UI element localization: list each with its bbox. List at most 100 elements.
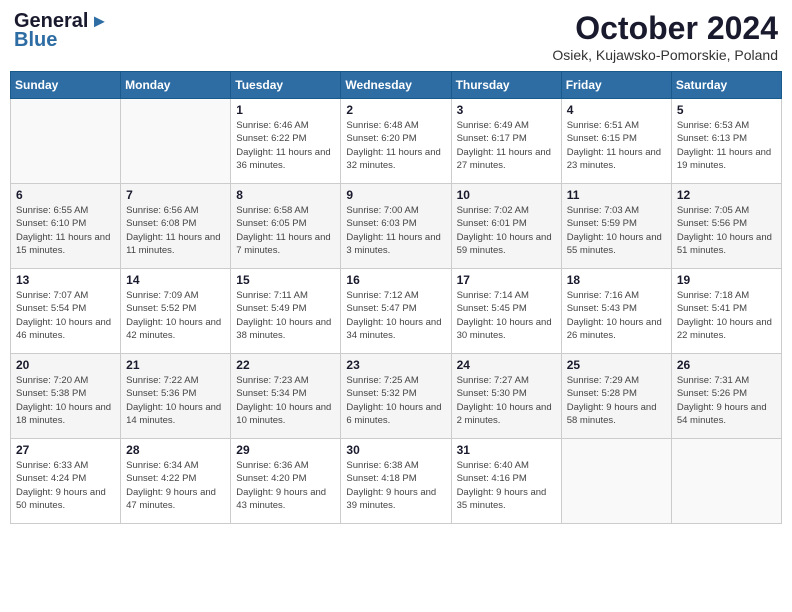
calendar-week-row: 6 Sunrise: 6:55 AM Sunset: 6:10 PM Daylig…	[11, 184, 782, 269]
page-header: General ► Blue October 2024 Osiek, Kujaw…	[10, 10, 782, 63]
weekday-header-saturday: Saturday	[671, 72, 781, 99]
day-info: Sunrise: 7:02 AM Sunset: 6:01 PM Dayligh…	[457, 204, 556, 257]
day-info: Sunrise: 6:33 AM Sunset: 4:24 PM Dayligh…	[16, 459, 115, 512]
weekday-header-thursday: Thursday	[451, 72, 561, 99]
calendar-cell: 20 Sunrise: 7:20 AM Sunset: 5:38 PM Dayli…	[11, 354, 121, 439]
day-number: 20	[16, 358, 115, 372]
day-number: 11	[567, 188, 666, 202]
day-number: 17	[457, 273, 556, 287]
calendar-cell: 11 Sunrise: 7:03 AM Sunset: 5:59 PM Dayli…	[561, 184, 671, 269]
weekday-header-friday: Friday	[561, 72, 671, 99]
day-number: 18	[567, 273, 666, 287]
day-info: Sunrise: 6:34 AM Sunset: 4:22 PM Dayligh…	[126, 459, 225, 512]
title-section: October 2024 Osiek, Kujawsko-Pomorskie, …	[552, 10, 778, 63]
day-info: Sunrise: 7:23 AM Sunset: 5:34 PM Dayligh…	[236, 374, 335, 427]
calendar-cell: 30 Sunrise: 6:38 AM Sunset: 4:18 PM Dayli…	[341, 439, 451, 524]
day-info: Sunrise: 7:20 AM Sunset: 5:38 PM Dayligh…	[16, 374, 115, 427]
logo-arrow-icon: ►	[90, 11, 108, 32]
day-number: 27	[16, 443, 115, 457]
calendar-header-row: SundayMondayTuesdayWednesdayThursdayFrid…	[11, 72, 782, 99]
day-info: Sunrise: 7:12 AM Sunset: 5:47 PM Dayligh…	[346, 289, 445, 342]
day-info: Sunrise: 6:53 AM Sunset: 6:13 PM Dayligh…	[677, 119, 776, 172]
calendar-cell: 12 Sunrise: 7:05 AM Sunset: 5:56 PM Dayli…	[671, 184, 781, 269]
day-number: 9	[346, 188, 445, 202]
day-info: Sunrise: 7:29 AM Sunset: 5:28 PM Dayligh…	[567, 374, 666, 427]
day-info: Sunrise: 7:14 AM Sunset: 5:45 PM Dayligh…	[457, 289, 556, 342]
day-number: 23	[346, 358, 445, 372]
calendar-week-row: 13Sunrise: 7:07 AM Sunset: 5:54 PM Dayli…	[11, 269, 782, 354]
calendar-cell: 10 Sunrise: 7:02 AM Sunset: 6:01 PM Dayli…	[451, 184, 561, 269]
day-number: 31	[457, 443, 556, 457]
day-number: 19	[677, 273, 776, 287]
day-number: 30	[346, 443, 445, 457]
calendar-cell: 6 Sunrise: 6:55 AM Sunset: 6:10 PM Daylig…	[11, 184, 121, 269]
day-info: Sunrise: 6:36 AM Sunset: 4:20 PM Dayligh…	[236, 459, 335, 512]
day-number: 21	[126, 358, 225, 372]
day-number: 29	[236, 443, 335, 457]
calendar-cell: 23Sunrise: 7:25 AM Sunset: 5:32 PM Dayli…	[341, 354, 451, 439]
calendar-cell: 29 Sunrise: 6:36 AM Sunset: 4:20 PM Dayli…	[231, 439, 341, 524]
logo: General ► Blue	[14, 10, 108, 52]
day-number: 8	[236, 188, 335, 202]
day-number: 25	[567, 358, 666, 372]
calendar-cell: 17 Sunrise: 7:14 AM Sunset: 5:45 PM Dayli…	[451, 269, 561, 354]
calendar-week-row: 27 Sunrise: 6:33 AM Sunset: 4:24 PM Dayli…	[11, 439, 782, 524]
day-info: Sunrise: 7:22 AM Sunset: 5:36 PM Dayligh…	[126, 374, 225, 427]
calendar-week-row: 20 Sunrise: 7:20 AM Sunset: 5:38 PM Dayli…	[11, 354, 782, 439]
weekday-header-sunday: Sunday	[11, 72, 121, 99]
weekday-header-wednesday: Wednesday	[341, 72, 451, 99]
day-number: 1	[236, 103, 335, 117]
day-number: 12	[677, 188, 776, 202]
calendar-cell	[121, 99, 231, 184]
day-info: Sunrise: 6:49 AM Sunset: 6:17 PM Dayligh…	[457, 119, 556, 172]
day-info: Sunrise: 7:03 AM Sunset: 5:59 PM Dayligh…	[567, 204, 666, 257]
day-info: Sunrise: 7:05 AM Sunset: 5:56 PM Dayligh…	[677, 204, 776, 257]
day-info: Sunrise: 7:27 AM Sunset: 5:30 PM Dayligh…	[457, 374, 556, 427]
logo-text-blue: Blue	[14, 29, 57, 52]
day-info: Sunrise: 7:16 AM Sunset: 5:43 PM Dayligh…	[567, 289, 666, 342]
day-number: 24	[457, 358, 556, 372]
day-number: 5	[677, 103, 776, 117]
calendar-cell: 13Sunrise: 7:07 AM Sunset: 5:54 PM Dayli…	[11, 269, 121, 354]
calendar-cell: 19Sunrise: 7:18 AM Sunset: 5:41 PM Dayli…	[671, 269, 781, 354]
day-info: Sunrise: 7:31 AM Sunset: 5:26 PM Dayligh…	[677, 374, 776, 427]
day-number: 28	[126, 443, 225, 457]
location: Osiek, Kujawsko-Pomorskie, Poland	[552, 47, 778, 63]
weekday-header-monday: Monday	[121, 72, 231, 99]
calendar-cell: 15Sunrise: 7:11 AM Sunset: 5:49 PM Dayli…	[231, 269, 341, 354]
day-number: 2	[346, 103, 445, 117]
day-number: 7	[126, 188, 225, 202]
calendar-cell: 28 Sunrise: 6:34 AM Sunset: 4:22 PM Dayli…	[121, 439, 231, 524]
day-info: Sunrise: 6:48 AM Sunset: 6:20 PM Dayligh…	[346, 119, 445, 172]
day-info: Sunrise: 6:40 AM Sunset: 4:16 PM Dayligh…	[457, 459, 556, 512]
day-number: 6	[16, 188, 115, 202]
calendar-cell: 16Sunrise: 7:12 AM Sunset: 5:47 PM Dayli…	[341, 269, 451, 354]
calendar-cell: 31 Sunrise: 6:40 AM Sunset: 4:16 PM Dayli…	[451, 439, 561, 524]
calendar-cell: 5 Sunrise: 6:53 AM Sunset: 6:13 PM Daylig…	[671, 99, 781, 184]
calendar-cell: 1 Sunrise: 6:46 AM Sunset: 6:22 PM Daylig…	[231, 99, 341, 184]
calendar-table: SundayMondayTuesdayWednesdayThursdayFrid…	[10, 71, 782, 524]
calendar-cell: 22Sunrise: 7:23 AM Sunset: 5:34 PM Dayli…	[231, 354, 341, 439]
calendar-cell	[671, 439, 781, 524]
calendar-cell: 3Sunrise: 6:49 AM Sunset: 6:17 PM Daylig…	[451, 99, 561, 184]
calendar-cell: 2 Sunrise: 6:48 AM Sunset: 6:20 PM Daylig…	[341, 99, 451, 184]
day-number: 10	[457, 188, 556, 202]
calendar-cell: 7 Sunrise: 6:56 AM Sunset: 6:08 PM Daylig…	[121, 184, 231, 269]
day-number: 14	[126, 273, 225, 287]
calendar-cell: 21 Sunrise: 7:22 AM Sunset: 5:36 PM Dayli…	[121, 354, 231, 439]
day-number: 26	[677, 358, 776, 372]
day-info: Sunrise: 6:38 AM Sunset: 4:18 PM Dayligh…	[346, 459, 445, 512]
day-info: Sunrise: 6:51 AM Sunset: 6:15 PM Dayligh…	[567, 119, 666, 172]
calendar-week-row: 1 Sunrise: 6:46 AM Sunset: 6:22 PM Daylig…	[11, 99, 782, 184]
calendar-cell: 27 Sunrise: 6:33 AM Sunset: 4:24 PM Dayli…	[11, 439, 121, 524]
calendar-cell: 8Sunrise: 6:58 AM Sunset: 6:05 PM Daylig…	[231, 184, 341, 269]
calendar-cell	[11, 99, 121, 184]
day-info: Sunrise: 6:56 AM Sunset: 6:08 PM Dayligh…	[126, 204, 225, 257]
day-info: Sunrise: 7:00 AM Sunset: 6:03 PM Dayligh…	[346, 204, 445, 257]
day-number: 13	[16, 273, 115, 287]
day-info: Sunrise: 6:55 AM Sunset: 6:10 PM Dayligh…	[16, 204, 115, 257]
calendar-cell: 24 Sunrise: 7:27 AM Sunset: 5:30 PM Dayli…	[451, 354, 561, 439]
day-info: Sunrise: 6:46 AM Sunset: 6:22 PM Dayligh…	[236, 119, 335, 172]
calendar-cell: 18 Sunrise: 7:16 AM Sunset: 5:43 PM Dayli…	[561, 269, 671, 354]
weekday-header-tuesday: Tuesday	[231, 72, 341, 99]
